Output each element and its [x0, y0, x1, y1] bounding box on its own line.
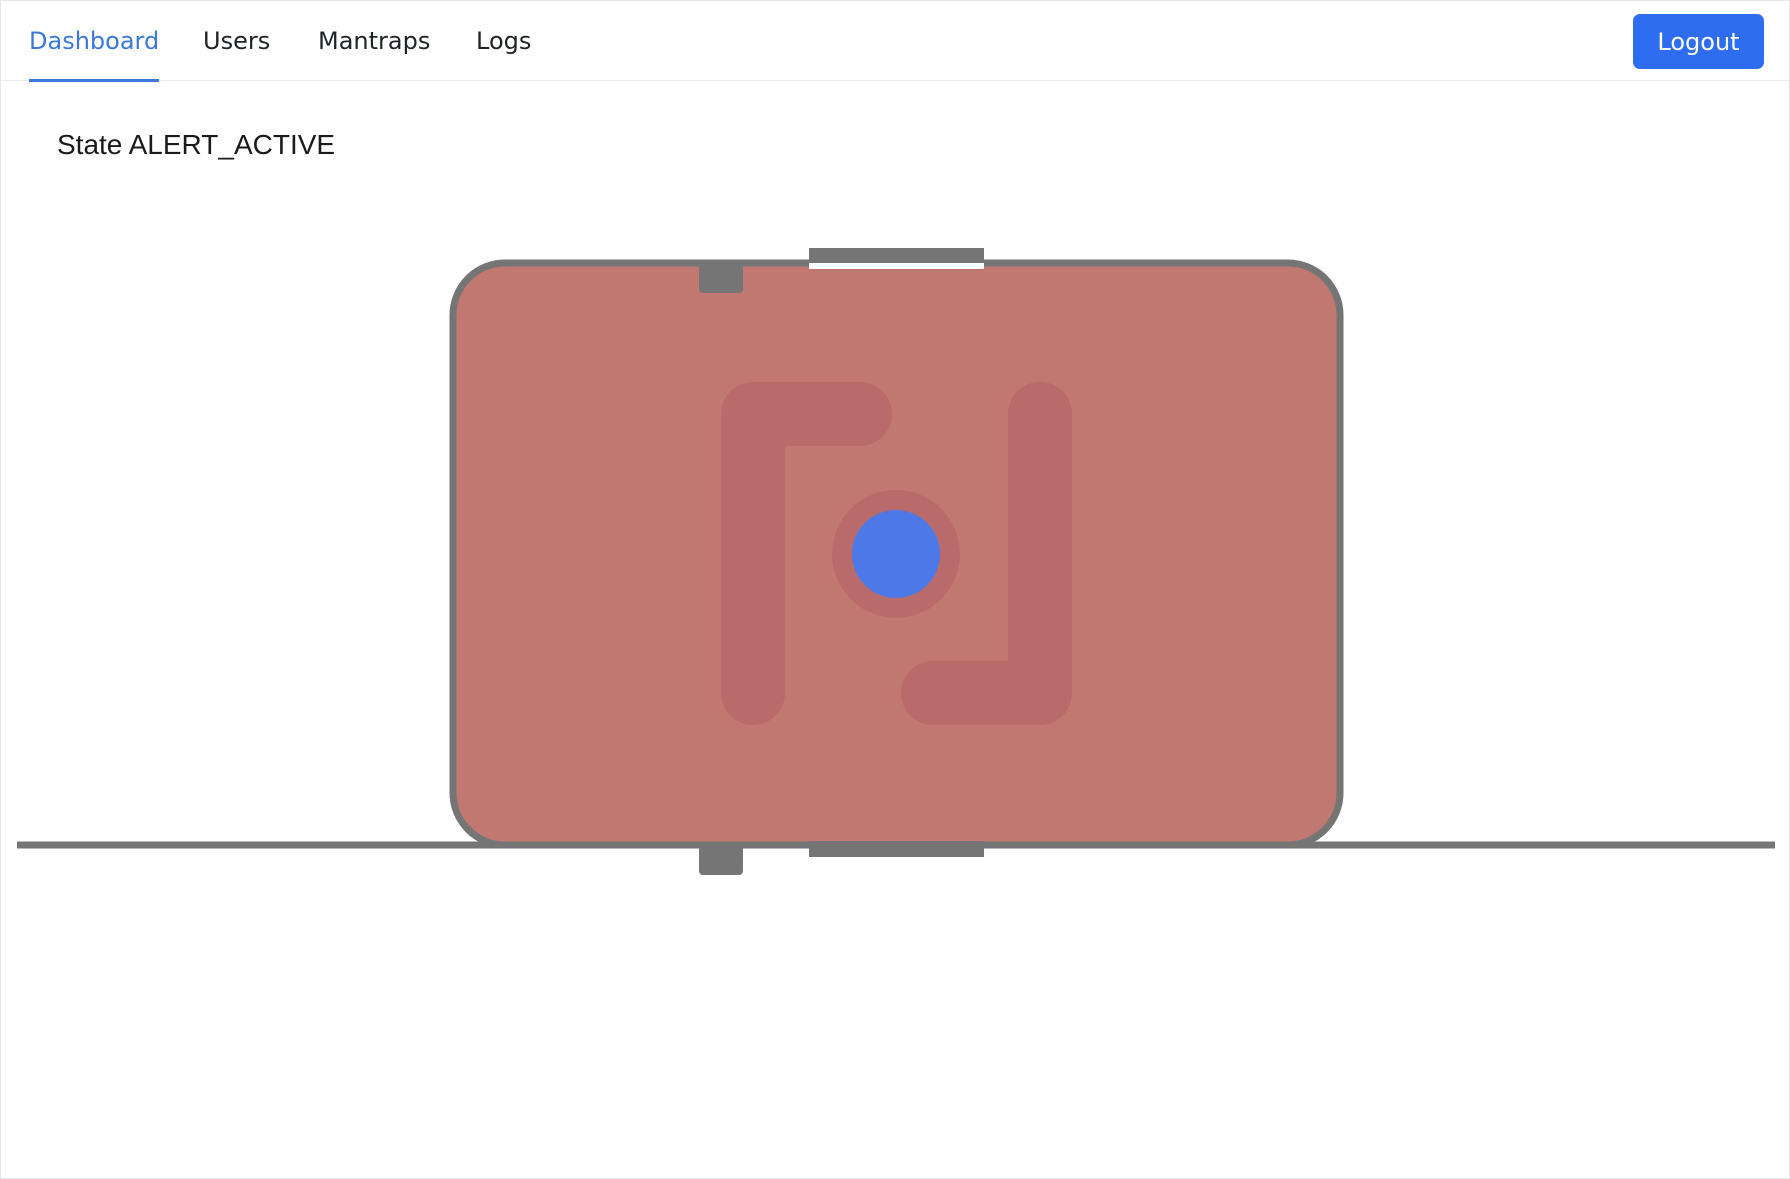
bottom-door[interactable] — [809, 841, 984, 857]
top-door-opening — [809, 263, 984, 269]
top-lock-sensor — [699, 263, 743, 293]
person-dot-icon[interactable] — [852, 510, 940, 598]
app-window: Dashboard Users Mantraps Logs Logout Sta… — [0, 0, 1790, 1179]
top-door[interactable] — [809, 248, 984, 264]
bottom-lock-sensor — [699, 843, 743, 875]
mantrap-floor-plan — [17, 248, 1775, 875]
